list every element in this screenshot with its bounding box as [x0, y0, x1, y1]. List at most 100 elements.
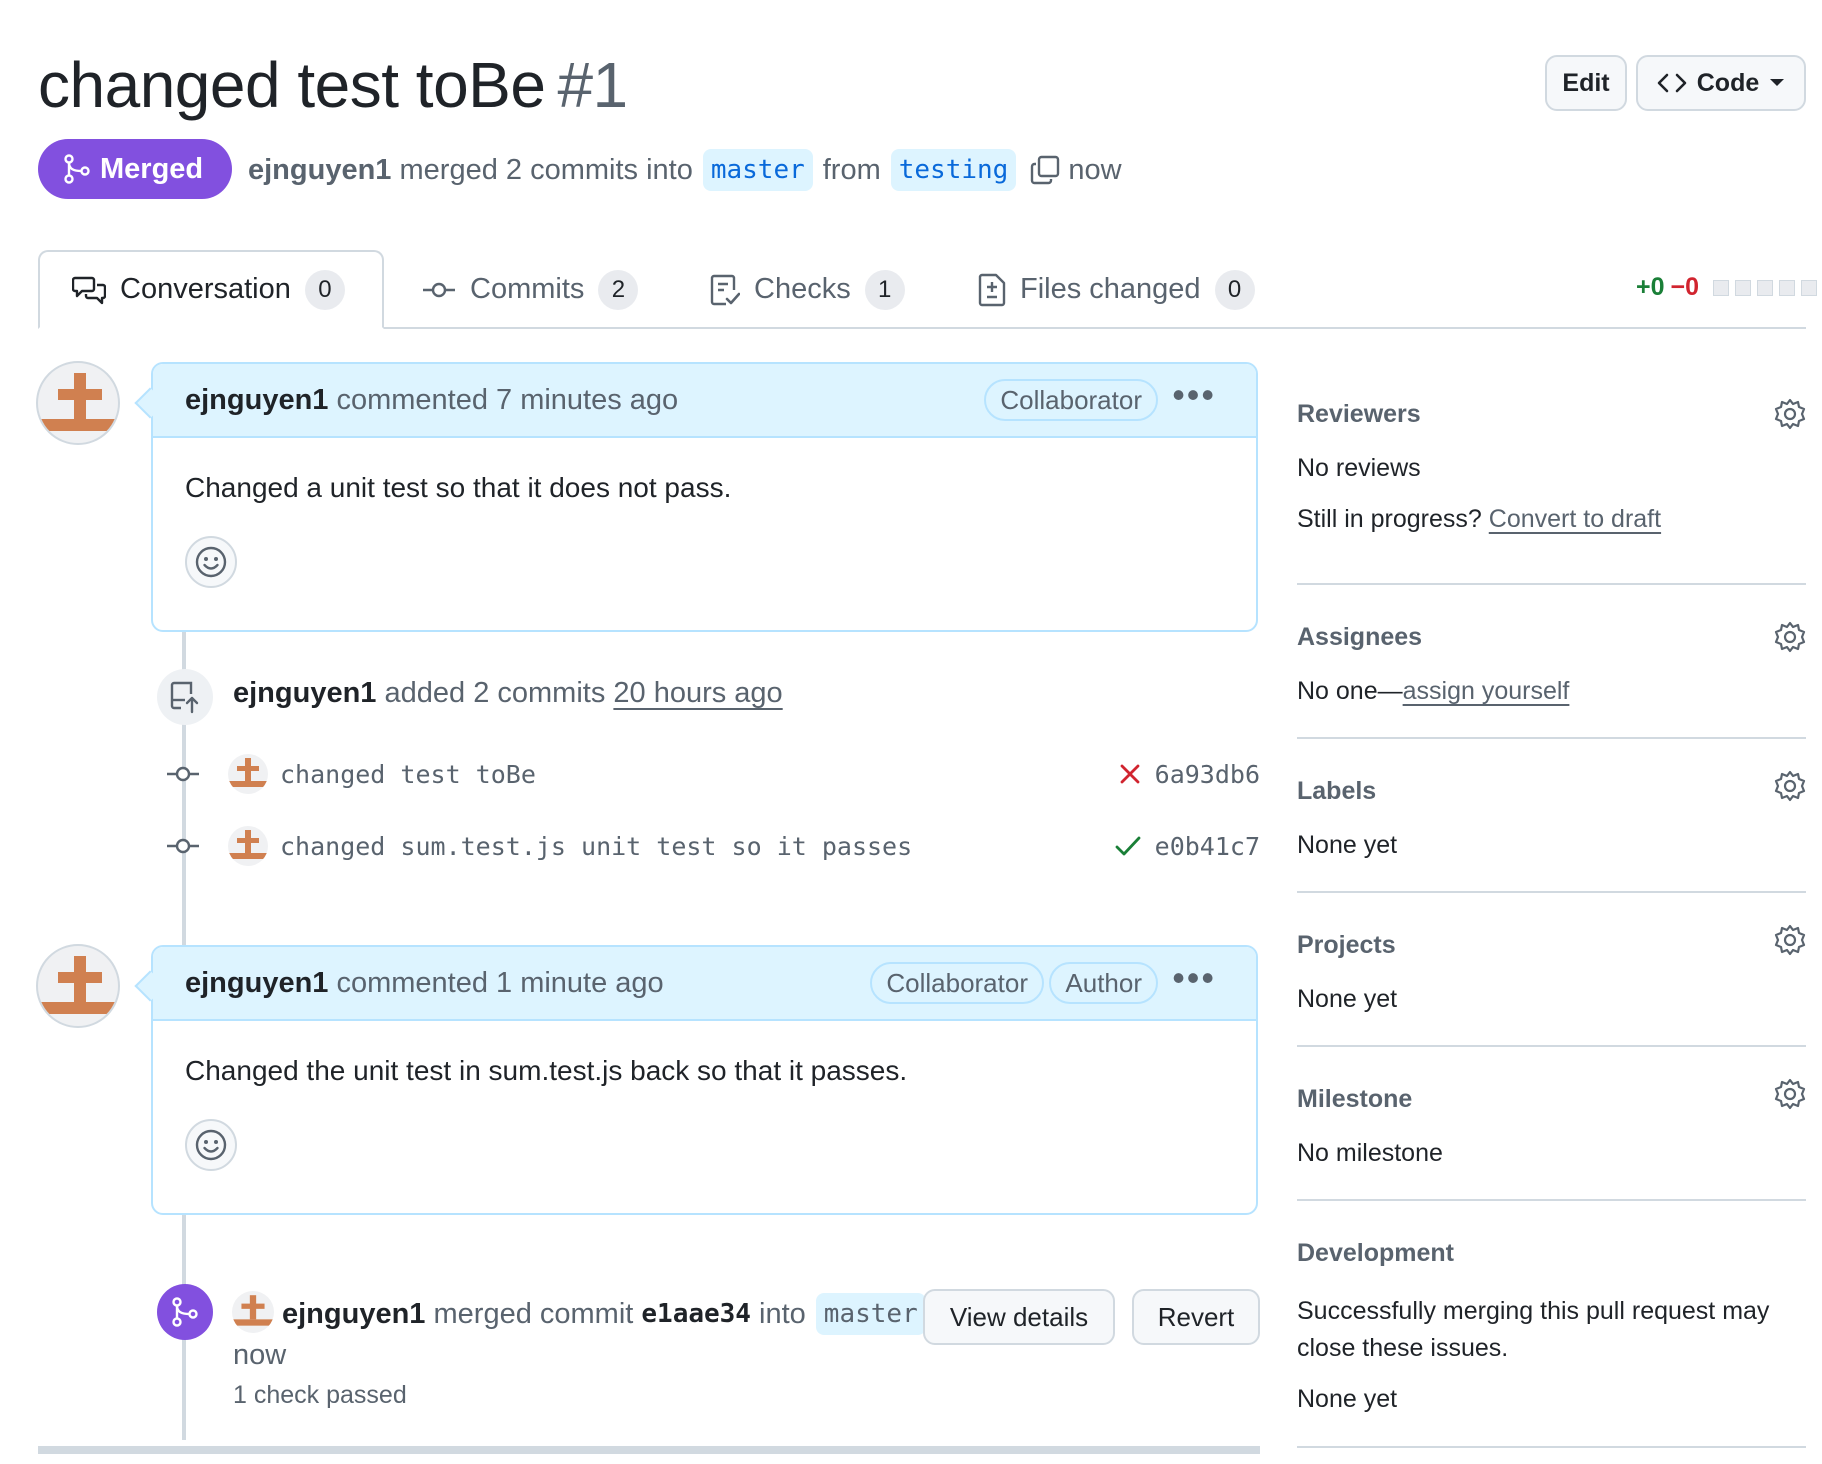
from-text: from [822, 153, 881, 186]
add-reaction-button[interactable] [185, 536, 237, 588]
smiley-icon [194, 545, 228, 579]
commit-message-link[interactable]: changed test toBe [280, 760, 536, 789]
sidebar-separator [1297, 1045, 1806, 1047]
x-icon[interactable] [1119, 763, 1141, 785]
timeline-bottom-divider [38, 1446, 1260, 1454]
gear-icon[interactable] [1774, 1078, 1806, 1110]
sidebar-separator [1297, 891, 1806, 893]
tab-files-changed[interactable]: Files changed 0 [978, 250, 1255, 329]
view-details-button[interactable]: View details [923, 1289, 1115, 1345]
comment-author[interactable]: ejnguyen1 [185, 967, 328, 1000]
edit-button[interactable]: Edit [1545, 55, 1627, 111]
avatar[interactable] [36, 361, 120, 445]
tab-checks-label: Checks [754, 273, 851, 305]
comment-header: ejnguyen1 commented 1 minute ago Collabo… [134, 947, 1256, 1021]
gear-icon[interactable] [1774, 621, 1806, 653]
add-reaction-button[interactable] [185, 1119, 237, 1171]
sidebar-draft-line: Still in progress? Convert to draft [1297, 505, 1806, 534]
gear-icon[interactable] [1774, 924, 1806, 956]
into-text: into [759, 1297, 806, 1330]
commit-sha-link[interactable]: e0b41c7 [1155, 832, 1260, 861]
head-branch[interactable]: testing [890, 149, 1017, 191]
tab-conversation[interactable]: Conversation 0 [38, 250, 384, 329]
assign-yourself-link[interactable]: assign yourself [1403, 677, 1570, 705]
comment-body: Changed a unit test so that it does not … [153, 438, 1256, 622]
kebab-horizontal-icon[interactable]: ••• [1172, 957, 1216, 999]
git-merge-icon [157, 1284, 213, 1340]
sidebar-reviewers-title[interactable]: Reviewers [1297, 400, 1806, 429]
merge-commit-sha[interactable]: e1aae34 [641, 1299, 751, 1329]
copy-icon[interactable] [1030, 155, 1060, 185]
file-diff-icon [978, 273, 1006, 307]
diffstat-block [1779, 279, 1796, 296]
event-author[interactable]: ejnguyen1 [282, 1298, 425, 1331]
gear-icon[interactable] [1774, 770, 1806, 802]
comment-2: ejnguyen1 commented 1 minute ago Collabo… [134, 945, 1258, 1215]
view-details-label: View details [949, 1301, 1089, 1332]
repo-push-icon [157, 669, 213, 725]
avatar[interactable] [232, 1291, 274, 1333]
checks-status[interactable]: 1 check passed [233, 1381, 407, 1410]
commit-sha: e0b41c7 [1115, 832, 1260, 861]
event-author[interactable]: ejnguyen1 [233, 677, 376, 709]
comment-timestamp[interactable]: commented 1 minute ago [336, 967, 663, 1000]
sidebar-development-line: close these issues. [1297, 1334, 1509, 1362]
comment-author[interactable]: ejnguyen1 [185, 384, 328, 417]
pr-title: changed test toBe #1 [38, 48, 628, 122]
gear-icon[interactable] [1774, 398, 1806, 430]
sidebar-separator [1297, 1199, 1806, 1201]
sidebar-projects: Projects None yet [1297, 931, 1806, 1014]
sidebar-assignees-title[interactable]: Assignees [1297, 623, 1806, 652]
sidebar-assignees: Assignees No one—assign yourself [1297, 623, 1806, 706]
diffstat-block [1713, 279, 1730, 296]
merge-event: ejnguyen1 merged commit e1aae34 into mas… [282, 1293, 936, 1335]
edit-button-label: Edit [1562, 68, 1610, 97]
kebab-horizontal-icon[interactable]: ••• [1172, 374, 1216, 416]
code-button[interactable]: Code [1636, 55, 1806, 111]
diffstat-additions: +0 [1636, 273, 1665, 301]
diffstat-block [1735, 279, 1752, 296]
tab-commits[interactable]: Commits 2 [422, 250, 639, 329]
tab-conversation-label: Conversation [120, 273, 291, 305]
sidebar-reviewers-value: No reviews [1297, 454, 1421, 482]
sidebar-reviewers: Reviewers No reviews Still in progress? … [1297, 400, 1806, 534]
sidebar-projects-title[interactable]: Projects [1297, 931, 1806, 960]
sidebar-milestone: Milestone No milestone [1297, 1085, 1806, 1168]
tab-commits-label: Commits [470, 273, 585, 305]
base-branch[interactable]: master [702, 149, 813, 191]
author-badge: Author [1049, 962, 1158, 1004]
sidebar-separator [1297, 583, 1806, 585]
avatar[interactable] [228, 826, 268, 866]
merged-status-badge: Merged [38, 139, 232, 199]
comment-timestamp[interactable]: commented 7 minutes ago [336, 384, 678, 417]
pr-status-line: ejnguyen1 merged 2 commits into master f… [248, 149, 1122, 191]
sidebar-development-description: Successfully merging this pull request m… [1297, 1293, 1806, 1367]
avatar[interactable] [36, 944, 120, 1028]
commit-message-link[interactable]: changed sum.test.js unit test so it pass… [280, 832, 912, 861]
draft-prompt: Still in progress? [1297, 505, 1482, 533]
sidebar-projects-value: None yet [1297, 985, 1398, 1013]
tab-conversation-counter: 0 [304, 269, 345, 310]
sidebar-labels-value: None yet [1297, 831, 1398, 859]
sidebar-milestone-title[interactable]: Milestone [1297, 1085, 1806, 1114]
pr-title-text: changed test toBe [38, 49, 546, 121]
check-icon[interactable] [1115, 835, 1141, 857]
comment-text: Changed the unit test in sum.test.js bac… [185, 1055, 908, 1086]
sidebar-milestone-value: No milestone [1297, 1139, 1443, 1167]
diffstat: +0 −0 [1636, 273, 1818, 302]
merge-time: now [1068, 153, 1122, 186]
author-link[interactable]: ejnguyen1 [248, 154, 391, 187]
collaborator-badge: Collaborator [870, 962, 1044, 1004]
commit-row: changed sum.test.js unit test so it pass… [166, 826, 1260, 866]
sidebar-assignees-line: No one—assign yourself [1297, 677, 1806, 706]
smiley-icon [194, 1128, 228, 1162]
sidebar-labels-title[interactable]: Labels [1297, 777, 1806, 806]
revert-button[interactable]: Revert [1132, 1289, 1260, 1345]
event-time-link[interactable]: 20 hours ago [613, 677, 782, 709]
convert-to-draft-link[interactable]: Convert to draft [1489, 505, 1661, 533]
avatar[interactable] [228, 754, 268, 794]
commit-sha-link[interactable]: 6a93db6 [1155, 760, 1260, 789]
merge-target-branch[interactable]: master [815, 1293, 926, 1335]
code-icon [1657, 71, 1687, 95]
tab-checks[interactable]: Checks 1 [710, 250, 905, 329]
